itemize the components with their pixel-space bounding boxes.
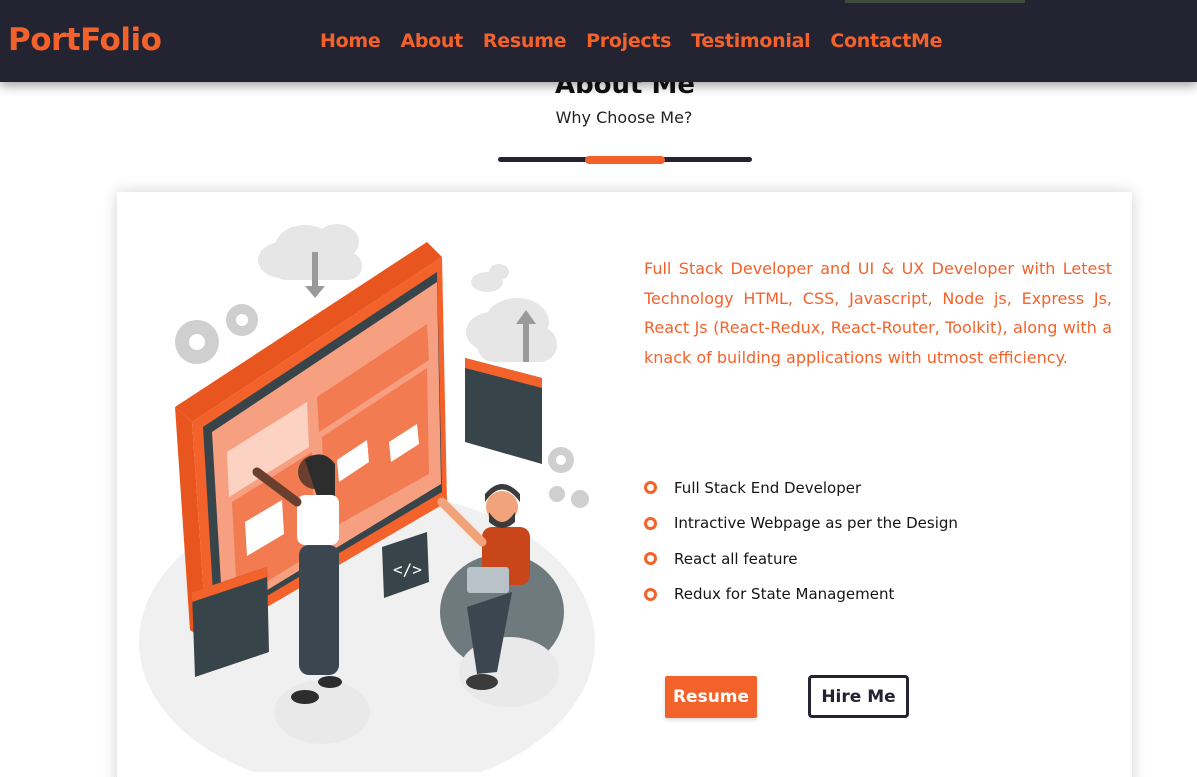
section-divider-accent	[585, 156, 665, 164]
list-item: React all feature	[644, 541, 958, 577]
nav-link-resume[interactable]: Resume	[483, 30, 567, 52]
feature-label: Full Stack End Developer	[674, 478, 862, 497]
cloud-download-icon	[258, 224, 362, 298]
hire-me-button[interactable]: Hire Me	[808, 675, 909, 718]
developer-illustration: </>	[139, 224, 595, 772]
small-cloud-icon	[471, 264, 509, 292]
background-strip	[845, 0, 1025, 3]
page: PortFolio Home About Resume Projects Tes…	[0, 0, 1197, 777]
bullet-icon	[644, 516, 657, 530]
about-intro: Full Stack Developer and UI & UX Develop…	[644, 259, 1112, 367]
feature-label: React all feature	[674, 549, 798, 568]
nav-menu: Home About Resume Projects Testimonial C…	[320, 30, 943, 52]
feature-label: Intractive Webpage as per the Design	[674, 514, 958, 533]
gear-icon-right	[548, 447, 589, 508]
feature-list: Full Stack End Developer Intractive Webp…	[644, 470, 958, 612]
bullet-icon	[644, 481, 657, 495]
code-panel-right	[465, 358, 542, 464]
list-item: Intractive Webpage as per the Design	[644, 506, 958, 542]
list-item: Redux for State Management	[644, 577, 958, 613]
about-card: </> Full Stack Developer and UI & UX Dev…	[117, 192, 1132, 777]
section-divider	[498, 156, 752, 164]
gear-icon	[175, 304, 258, 364]
bullet-icon	[644, 587, 657, 601]
resume-button[interactable]: Resume	[665, 676, 757, 718]
section-subtitle: Why Choose Me?	[555, 108, 693, 127]
nav-link-projects[interactable]: Projects	[586, 30, 671, 52]
nav-link-testimonial[interactable]: Testimonial	[691, 30, 810, 52]
cloud-upload-icon	[466, 298, 557, 362]
nav-link-home[interactable]: Home	[320, 30, 381, 52]
bullet-icon	[644, 552, 657, 566]
list-item: Full Stack End Developer	[644, 470, 958, 506]
nav-link-about[interactable]: About	[400, 30, 463, 52]
nav-link-contactme[interactable]: ContactMe	[830, 30, 942, 52]
feature-label: Redux for State Management	[674, 585, 895, 604]
navbar: PortFolio Home About Resume Projects Tes…	[0, 0, 1197, 82]
brand-logo[interactable]: PortFolio	[8, 22, 162, 58]
code-badge-label: </>	[393, 560, 422, 579]
